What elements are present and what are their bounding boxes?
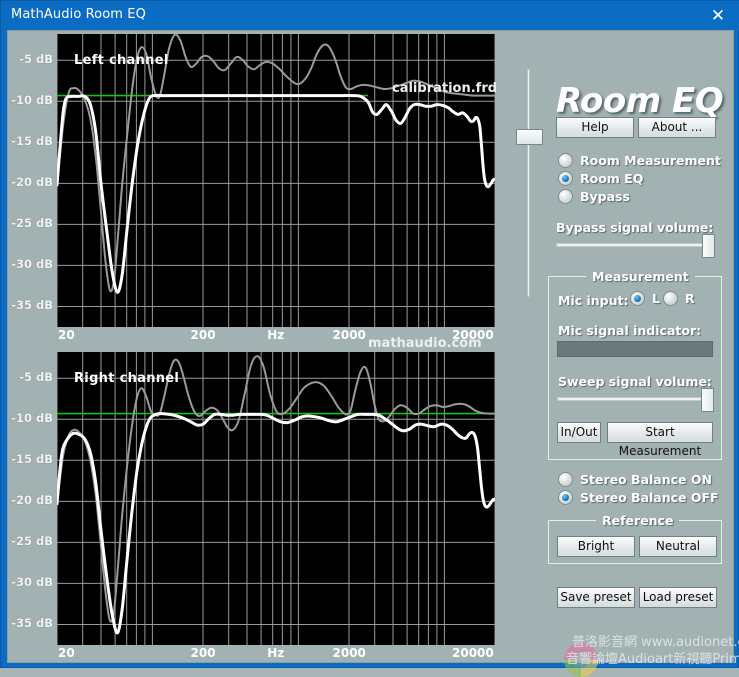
y-tick-label: -10 dB	[11, 93, 53, 108]
y-tick-label: -5 dB	[19, 370, 53, 385]
y-tick-label: -15 dB	[11, 452, 53, 467]
bypass-volume-slider-track[interactable]	[556, 243, 714, 247]
radio-stereo-balance-off[interactable]: Stereo Balance OFF	[558, 490, 719, 505]
window-title: MathAudio Room EQ	[11, 7, 146, 22]
chart-title-right: Right channel	[74, 371, 180, 386]
radio-stereo-balance-on-indicator[interactable]	[558, 472, 573, 487]
watermark-line-1: 普洛影音網 www.audionet.com.tw	[572, 635, 739, 650]
chart-left-channel: Left channel calibration.frd mathaudio.c…	[8, 31, 518, 351]
x-tick-label: 20	[58, 646, 75, 660]
radio-room-measurement-indicator[interactable]	[558, 153, 573, 168]
x-tick-label: 2000	[332, 328, 366, 342]
radio-mic-right[interactable]: R	[663, 291, 695, 306]
about-button[interactable]: About ...	[638, 117, 716, 138]
close-icon[interactable]: ✕	[704, 5, 732, 27]
radio-room-measurement[interactable]: Room Measurement	[558, 153, 721, 168]
reference-group-label: Reference	[596, 513, 680, 528]
y-tick-label: -20 dB	[11, 175, 53, 190]
chart-right-channel: Right channel -5 dB -10 dB -15 dB -20 dB -25…	[8, 349, 518, 660]
app-brand-title: Room EQ	[556, 81, 724, 121]
radio-bypass-label: Bypass	[580, 189, 630, 204]
y-tick-label: -5 dB	[19, 52, 53, 67]
x-tick-label: 200	[190, 646, 216, 660]
x-tick-label: 2000	[332, 646, 366, 660]
title-bar: MathAudio Room EQ ✕	[1, 1, 739, 30]
x-tick-label: 20000	[452, 328, 494, 342]
eq-amount-slider-thumb[interactable]	[516, 129, 543, 145]
x-tick-label: 200	[190, 328, 216, 342]
bypass-volume-label: Bypass signal volume:	[556, 220, 714, 235]
chart-title-left: Left channel	[74, 53, 169, 68]
radio-bypass-indicator[interactable]	[558, 189, 573, 204]
x-tick-label: 20000	[452, 646, 494, 660]
mic-input-label: Mic input:	[558, 293, 629, 308]
y-tick-label: -30 dB	[11, 575, 53, 590]
radio-stereo-balance-off-indicator[interactable]	[558, 490, 573, 505]
y-tick-label: -10 dB	[11, 411, 53, 426]
client-area: Left channel calibration.frd mathaudio.c…	[7, 30, 739, 677]
bright-button[interactable]: Bright	[557, 536, 635, 557]
chart-annotation-left: calibration.frd	[392, 81, 498, 96]
radio-mic-right-label: R	[685, 291, 695, 306]
x-axis-title: Hz	[267, 646, 285, 660]
measurement-group-label: Measurement	[586, 269, 695, 284]
radio-mic-left-label: L	[652, 291, 660, 306]
radio-stereo-balance-on-label: Stereo Balance ON	[580, 472, 712, 487]
in-out-button[interactable]: In/Out	[557, 422, 601, 443]
watermark-logo-icon	[564, 643, 598, 677]
y-tick-label: -20 dB	[11, 493, 53, 508]
y-tick-label: -25 dB	[11, 216, 53, 231]
mic-indicator-label: Mic signal indicator:	[558, 323, 702, 338]
radio-stereo-balance-off-label: Stereo Balance OFF	[580, 490, 719, 505]
radio-mic-left[interactable]: L	[630, 291, 660, 306]
mic-signal-indicator	[557, 341, 713, 357]
y-tick-label: -35 dB	[11, 298, 53, 313]
plot-area-right	[57, 352, 495, 645]
bypass-volume-slider-thumb[interactable]	[702, 234, 715, 258]
neutral-button[interactable]: Neutral	[639, 536, 717, 557]
sweep-volume-slider-thumb[interactable]	[701, 388, 714, 412]
y-tick-label: -35 dB	[11, 616, 53, 631]
radio-room-measurement-label: Room Measurement	[580, 153, 721, 168]
radio-bypass[interactable]: Bypass	[558, 189, 630, 204]
sweep-volume-label: Sweep signal volume:	[558, 374, 712, 389]
help-button[interactable]: Help	[556, 117, 634, 138]
radio-mic-right-indicator[interactable]	[663, 291, 678, 306]
radio-room-eq[interactable]: Room EQ	[558, 171, 643, 186]
save-preset-button[interactable]: Save preset	[557, 587, 635, 608]
radio-room-eq-indicator[interactable]	[558, 171, 573, 186]
y-tick-label: -25 dB	[11, 534, 53, 549]
plot-area-left	[57, 34, 495, 327]
app-window: MathAudio Room EQ ✕ Left channel calibra…	[0, 0, 739, 677]
radio-stereo-balance-on[interactable]: Stereo Balance ON	[558, 472, 712, 487]
x-axis-title: Hz	[267, 328, 285, 342]
radio-mic-left-indicator[interactable]	[630, 291, 645, 306]
start-measurement-button[interactable]: Start Measurement	[607, 422, 713, 458]
load-preset-button[interactable]: Load preset	[639, 587, 717, 608]
eq-amount-slider-track[interactable]	[527, 69, 530, 297]
radio-room-eq-label: Room EQ	[580, 171, 644, 186]
y-tick-label: -30 dB	[11, 257, 53, 272]
sweep-volume-slider-track[interactable]	[557, 397, 713, 401]
y-tick-label: -15 dB	[11, 134, 53, 149]
x-tick-label: 20	[58, 328, 75, 342]
